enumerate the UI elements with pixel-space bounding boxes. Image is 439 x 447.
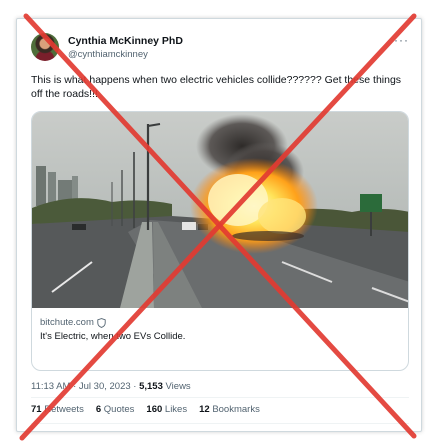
author-handle[interactable]: @cynthiamckinney	[68, 49, 148, 60]
shield-icon	[97, 317, 106, 328]
tweet-stats: 71 Retweets 6 Quotes 160 Likes 12 Bookma…	[31, 404, 260, 415]
bookmarks-label: Bookmarks	[212, 404, 260, 415]
quotes-label: Quotes	[103, 404, 135, 415]
retweets-label: Retweets	[44, 404, 84, 415]
bookmarks-stat[interactable]: 12 Bookmarks	[199, 404, 260, 415]
quotes-count: 6	[95, 404, 102, 415]
card-title[interactable]: It's Electric, when two EVs Collide.	[40, 331, 400, 342]
tweet-text: This is what happens when two electric v…	[31, 74, 402, 100]
retweets-count: 71	[31, 404, 42, 415]
more-options-icon[interactable]: ···	[394, 33, 409, 47]
tweet-meta: 11:13 AM · Jul 30, 2023 · 5,153 Views	[31, 381, 191, 392]
link-card[interactable]: bitchute.com It's Electric, when two EVs…	[31, 111, 409, 371]
divider	[31, 397, 409, 398]
author-name[interactable]: Cynthia McKinney PhD	[68, 35, 183, 47]
views-count: 5,153	[139, 381, 163, 392]
views-label: Views	[162, 381, 191, 392]
likes-count: 160	[146, 404, 163, 415]
card-domain-row: bitchute.com	[40, 316, 400, 329]
tweet-header: Cynthia McKinney PhD @cynthiamckinney ··…	[31, 31, 411, 71]
quotes-stat[interactable]: 6 Quotes	[96, 404, 135, 415]
avatar[interactable]	[31, 33, 59, 61]
bookmarks-count: 12	[199, 404, 210, 415]
tweet-timestamp[interactable]: 11:13 AM · Jul 30, 2023 ·	[31, 381, 139, 392]
tweet-screenshot: Cynthia McKinney PhD @cynthiamckinney ··…	[16, 18, 422, 432]
retweets-stat[interactable]: 71 Retweets	[31, 404, 84, 415]
likes-label: Likes	[164, 404, 188, 415]
likes-stat[interactable]: 160 Likes	[146, 404, 187, 415]
divider	[31, 423, 409, 424]
card-domain[interactable]: bitchute.com	[40, 317, 94, 328]
card-info: bitchute.com It's Electric, when two EVs…	[40, 316, 400, 342]
video-thumbnail[interactable]	[32, 112, 408, 308]
